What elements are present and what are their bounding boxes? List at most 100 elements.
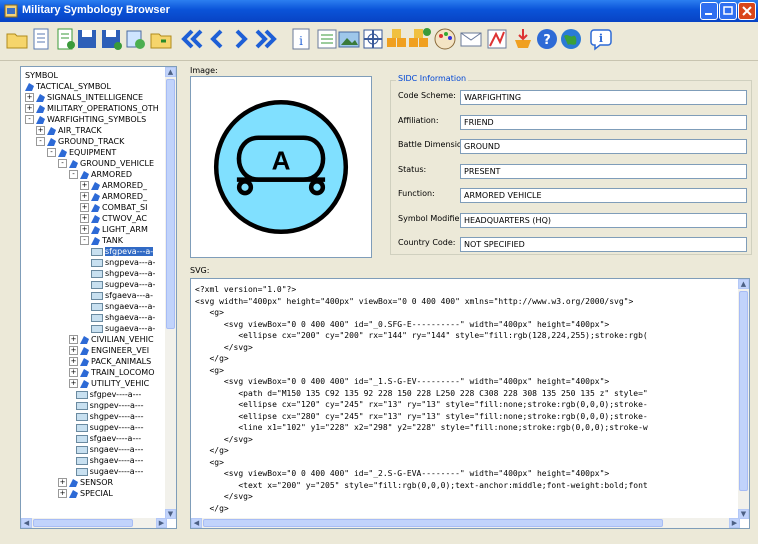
tree-leaf-item[interactable]: sfgaev----a--- bbox=[75, 433, 141, 444]
tree-leaf-item[interactable]: shgpev----a--- bbox=[75, 411, 144, 422]
tree-node-item[interactable]: + SPECIAL bbox=[58, 488, 113, 499]
svg-source-text[interactable]: <?xml version="1.0"?> <svg width="400px" … bbox=[190, 278, 750, 529]
symbol-tree[interactable]: SYMBOL TACTICAL_SYMBOL + SIGNALS_INTELLIGEN… bbox=[20, 66, 177, 529]
tree-leaf-item[interactable]: sngpev----a--- bbox=[75, 400, 144, 411]
tree-node-item[interactable]: + CTWOV_AC bbox=[80, 213, 147, 224]
expand-icon[interactable]: + bbox=[69, 379, 78, 388]
tree-leaf-item[interactable]: sngaev----a--- bbox=[75, 444, 143, 455]
expand-icon[interactable]: + bbox=[36, 126, 45, 135]
tree-leaf-item[interactable]: shgaeva---a- bbox=[91, 312, 155, 323]
expand-icon[interactable]: + bbox=[80, 203, 89, 212]
tree-horizontal-scrollbar[interactable]: ◀ ▶ bbox=[21, 518, 167, 528]
sidc-field-value[interactable]: WARFIGHTING bbox=[460, 90, 747, 105]
maximize-button[interactable] bbox=[719, 2, 737, 20]
help-button[interactable]: ? bbox=[534, 26, 560, 52]
tree-node-item[interactable]: - EQUIPMENT bbox=[47, 147, 116, 158]
sidc-field-value[interactable]: NOT SPECIFIED bbox=[460, 237, 747, 252]
tree-node-item[interactable]: + TRAIN_LOCOMO bbox=[69, 367, 155, 378]
info-button[interactable]: i bbox=[288, 26, 314, 52]
expand-icon[interactable]: + bbox=[69, 335, 78, 344]
expand-icon[interactable]: + bbox=[69, 368, 78, 377]
tree-leaf-item[interactable]: sugpeva---a- bbox=[91, 279, 155, 290]
sidc-field-value[interactable]: FRIEND bbox=[460, 114, 747, 130]
folder-go-button[interactable] bbox=[148, 26, 174, 52]
document-button[interactable] bbox=[28, 26, 54, 52]
tree-node-item[interactable]: + MILITARY_OPERATIONS_OTH bbox=[25, 103, 159, 114]
scroll-right-icon[interactable]: ▶ bbox=[156, 518, 167, 528]
expand-icon[interactable]: + bbox=[80, 214, 89, 223]
tree-leaf-item[interactable]: sfgpeva---a- bbox=[91, 246, 154, 257]
palette-button[interactable] bbox=[432, 26, 458, 52]
tree-leaf-item[interactable]: sugaeva---a- bbox=[91, 323, 155, 334]
scroll-up-icon[interactable]: ▲ bbox=[165, 67, 176, 77]
tree-leaf-item[interactable]: sfgpev----a--- bbox=[75, 389, 141, 400]
export-button[interactable] bbox=[510, 26, 536, 52]
tree-node-item[interactable]: - WARFIGHTING_SYMBOLS bbox=[25, 114, 146, 125]
tree-hscroll-thumb[interactable] bbox=[33, 519, 133, 527]
tree-node-item[interactable]: - TANK bbox=[80, 235, 123, 246]
expand-icon[interactable]: + bbox=[58, 489, 67, 498]
expand-icon[interactable]: + bbox=[80, 225, 89, 234]
tree-leaf-item[interactable]: sugaev----a--- bbox=[75, 466, 143, 477]
tree-leaf-item[interactable]: sugpev----a--- bbox=[75, 422, 144, 433]
tree-node-item[interactable]: SYMBOL bbox=[25, 70, 58, 81]
expand-icon[interactable]: + bbox=[80, 192, 89, 201]
tree-node-item[interactable]: + AIR_TRACK bbox=[36, 125, 102, 136]
collapse-icon[interactable]: - bbox=[58, 159, 67, 168]
tree-leaf-item[interactable]: sngaeva---a- bbox=[91, 301, 155, 312]
svg-hscroll-thumb[interactable] bbox=[203, 519, 663, 527]
tree-leaf-item[interactable]: shgaev----a--- bbox=[75, 455, 143, 466]
tree-node-item[interactable]: - GROUND_TRACK bbox=[36, 136, 124, 147]
svg-vertical-scrollbar[interactable]: ▲ ▼ bbox=[738, 279, 749, 519]
collapse-icon[interactable]: - bbox=[47, 148, 56, 157]
tree-node-item[interactable]: + ARMORED_ bbox=[80, 180, 147, 191]
expand-icon[interactable]: + bbox=[69, 346, 78, 355]
tree-node-item[interactable]: + SIGNALS_INTELLIGENCE bbox=[25, 92, 143, 103]
minimize-button[interactable] bbox=[700, 2, 718, 20]
svg-scroll-up-icon[interactable]: ▲ bbox=[738, 279, 749, 289]
tree-node-item[interactable]: - GROUND_VEHICLE bbox=[58, 158, 154, 169]
collapse-icon[interactable]: - bbox=[80, 236, 89, 245]
save-as-button[interactable] bbox=[98, 26, 124, 52]
expand-icon[interactable]: + bbox=[69, 357, 78, 366]
close-button[interactable] bbox=[738, 2, 756, 20]
tree-node-item[interactable]: + PACK_ANIMALS bbox=[69, 356, 151, 367]
grid-button[interactable] bbox=[360, 26, 386, 52]
first-button[interactable] bbox=[180, 26, 206, 52]
sidc-field-value[interactable]: ARMORED VEHICLE bbox=[460, 188, 747, 203]
tree-node-item[interactable]: + COMBAT_SI bbox=[80, 202, 147, 213]
expand-icon[interactable]: + bbox=[25, 104, 34, 113]
collapse-icon[interactable]: - bbox=[69, 170, 78, 179]
tree-scroll-thumb[interactable] bbox=[166, 79, 175, 329]
sidc-field-value[interactable]: PRESENT bbox=[460, 163, 747, 179]
globe-button[interactable] bbox=[558, 26, 584, 52]
image-button[interactable] bbox=[336, 26, 362, 52]
tree-leaf-item[interactable]: shgpeva---a- bbox=[91, 268, 155, 279]
tree-node-item[interactable]: + SENSOR bbox=[58, 477, 113, 488]
mail-button[interactable] bbox=[458, 26, 484, 52]
tree-leaf-item[interactable]: sfgaeva---a- bbox=[91, 290, 153, 301]
expand-icon[interactable]: + bbox=[25, 93, 34, 102]
tree-node-item[interactable]: TACTICAL_SYMBOL bbox=[25, 81, 111, 92]
chart-button[interactable] bbox=[484, 26, 510, 52]
collapse-icon[interactable]: - bbox=[25, 115, 34, 124]
previous-button[interactable] bbox=[204, 26, 230, 52]
title-bar[interactable]: Military Symbology Browser bbox=[0, 0, 758, 22]
svg-horizontal-scrollbar[interactable]: ◀ ▶ bbox=[191, 518, 740, 528]
sidc-field-value[interactable]: GROUND bbox=[460, 139, 747, 154]
blocks-add-button[interactable] bbox=[406, 26, 432, 52]
expand-icon[interactable]: + bbox=[80, 181, 89, 190]
about-button[interactable]: i bbox=[588, 26, 614, 52]
tree-node-item[interactable]: - ARMORED bbox=[69, 169, 132, 180]
tree-node-item[interactable]: + CIVILIAN_VEHIC bbox=[69, 334, 154, 345]
last-button[interactable] bbox=[252, 26, 278, 52]
save-button[interactable] bbox=[74, 26, 100, 52]
open-folder-button[interactable] bbox=[4, 26, 30, 52]
tree-leaf-item[interactable]: sngpeva---a- bbox=[91, 257, 155, 268]
tree-node-item[interactable]: + ENGINEER_VEI bbox=[69, 345, 149, 356]
tree-vertical-scrollbar[interactable]: ▲ ▼ bbox=[165, 67, 176, 519]
svg-scroll-thumb[interactable] bbox=[739, 291, 748, 491]
collapse-icon[interactable]: - bbox=[36, 137, 45, 146]
tree-node-item[interactable]: + LIGHT_ARM bbox=[80, 224, 148, 235]
svg-scroll-right-icon[interactable]: ▶ bbox=[729, 518, 740, 528]
